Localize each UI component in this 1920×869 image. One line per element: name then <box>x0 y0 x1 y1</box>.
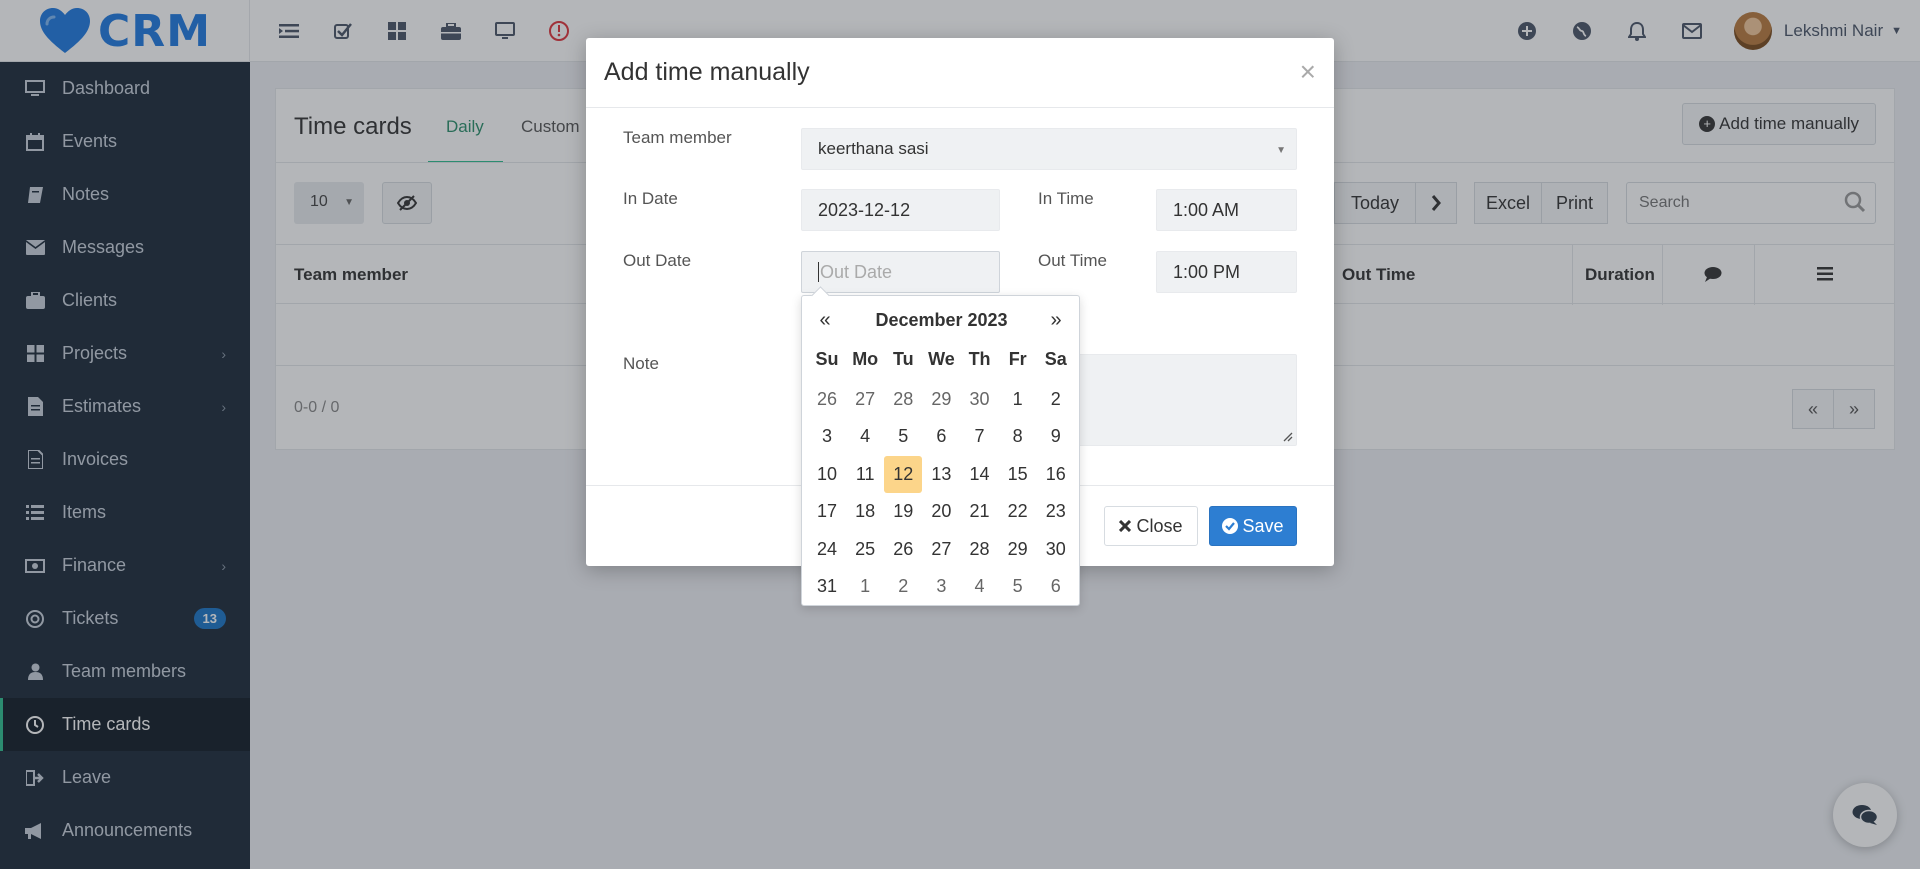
calendar-day[interactable]: 10 <box>808 456 846 494</box>
calendar-day[interactable]: 30 <box>1037 531 1075 569</box>
weekday-header-row: Su Mo Tu We Th Fr Sa <box>808 343 1075 381</box>
calendar-week-row: 10 11 12 13 14 15 16 <box>808 455 1075 494</box>
out-time-value: 1:00 PM <box>1173 261 1241 282</box>
calendar-day[interactable]: 9 <box>1037 418 1075 456</box>
team-member-value: keerthana sasi <box>818 139 929 158</box>
weekday-label: Fr <box>1008 348 1027 369</box>
calendar-day[interactable]: 11 <box>846 456 884 494</box>
calendar-week-row: 24 25 26 27 28 29 30 <box>808 531 1075 569</box>
calendar-week-row: 26 27 28 29 30 1 2 <box>808 381 1075 419</box>
calendar-day[interactable]: 22 <box>999 493 1037 531</box>
calendar-day[interactable]: 1 <box>846 568 884 606</box>
caret-down-icon: ▼ <box>1276 145 1286 156</box>
calendar-day[interactable]: 27 <box>922 531 960 569</box>
calendar-week-row: 31 1 2 3 4 5 6 <box>808 568 1075 606</box>
calendar-day[interactable]: 14 <box>961 456 999 494</box>
calendar-day[interactable]: 3 <box>808 418 846 456</box>
month-year-label[interactable]: December 2023 <box>847 306 1036 334</box>
calendar-day[interactable]: 4 <box>846 418 884 456</box>
calendar-day[interactable]: 5 <box>999 568 1037 606</box>
close-icon <box>1119 520 1132 532</box>
weekday-label: Tu <box>892 348 914 369</box>
calendar-day[interactable]: 2 <box>884 568 922 606</box>
prev-month-button[interactable]: « <box>806 306 844 334</box>
team-member-select[interactable]: keerthana sasi ▼ <box>801 128 1297 170</box>
calendar-day[interactable]: 8 <box>999 418 1037 456</box>
in-date-value: 2023-12-12 <box>818 199 911 220</box>
calendar-week-row: 3 4 5 6 7 8 9 <box>808 418 1075 456</box>
calendar-day[interactable]: 1 <box>999 381 1037 419</box>
calendar-day[interactable]: 18 <box>846 493 884 531</box>
calendar-day[interactable]: 3 <box>922 568 960 606</box>
calendar-day[interactable]: 15 <box>999 456 1037 494</box>
calendar-day[interactable]: 28 <box>961 531 999 569</box>
next-month-button[interactable]: » <box>1037 306 1075 334</box>
date-picker-header: « December 2023 » <box>802 306 1079 334</box>
out-date-label: Out Date <box>623 251 692 270</box>
calendar-day[interactable]: 5 <box>884 418 922 456</box>
check-circle-icon <box>1222 518 1239 534</box>
divider <box>586 107 1334 108</box>
weekday-label: Mo <box>852 348 879 369</box>
calendar-day[interactable]: 6 <box>922 418 960 456</box>
calendar-day[interactable]: 2 <box>1037 381 1075 419</box>
calendar-day[interactable]: 24 <box>808 531 846 569</box>
in-date-label: In Date <box>623 189 678 208</box>
in-time-value: 1:00 AM <box>1173 199 1240 220</box>
calendar-day[interactable]: 17 <box>808 493 846 531</box>
in-time-label: In Time <box>1038 189 1094 208</box>
calendar-day[interactable]: 4 <box>961 568 999 606</box>
calendar-day[interactable]: 21 <box>961 493 999 531</box>
calendar-day[interactable]: 16 <box>1037 456 1075 494</box>
calendar-day[interactable]: 29 <box>999 531 1037 569</box>
calendar-day[interactable]: 30 <box>961 381 999 419</box>
weekday-label: Th <box>968 348 991 369</box>
calendar-day[interactable]: 27 <box>846 381 884 419</box>
calendar-day[interactable]: 25 <box>846 531 884 569</box>
calendar-day[interactable]: 29 <box>922 381 960 419</box>
calendar-day[interactable]: 19 <box>884 493 922 531</box>
text-cursor <box>818 262 819 282</box>
calendar-day[interactable]: 26 <box>808 381 846 419</box>
calendar-day[interactable]: 26 <box>884 531 922 569</box>
calendar-day[interactable]: 7 <box>961 418 999 456</box>
weekday-label: Sa <box>1044 348 1067 369</box>
save-button-label: Save <box>1242 515 1284 536</box>
in-date-field[interactable]: 2023-12-12 <box>801 189 1000 231</box>
calendar-grid: Su Mo Tu We Th Fr Sa 26 27 28 29 30 1 2 … <box>808 343 1075 606</box>
out-date-placeholder: Out Date <box>820 261 893 282</box>
weekday-label: Su <box>815 348 839 369</box>
out-time-label: Out Time <box>1038 251 1107 270</box>
calendar-day[interactable]: 13 <box>922 456 960 494</box>
close-button[interactable]: Close <box>1104 506 1198 546</box>
in-time-field[interactable]: 1:00 AM <box>1156 189 1297 231</box>
out-date-field[interactable]: Out Date <box>801 251 1000 293</box>
calendar-day[interactable]: 20 <box>922 493 960 531</box>
out-time-field[interactable]: 1:00 PM <box>1156 251 1297 293</box>
save-button[interactable]: Save <box>1209 506 1297 546</box>
resize-handle-icon[interactable] <box>1283 432 1293 442</box>
calendar-day-today[interactable]: 12 <box>884 455 923 493</box>
calendar-day[interactable]: 31 <box>808 568 846 606</box>
calendar-day[interactable]: 23 <box>1037 493 1075 531</box>
modal-title: Add time manually <box>604 58 810 86</box>
weekday-label: We <box>928 348 955 369</box>
calendar-day[interactable]: 6 <box>1037 568 1075 606</box>
team-member-label: Team member <box>623 128 732 147</box>
date-picker: « December 2023 » Su Mo Tu We Th Fr Sa 2… <box>801 295 1080 606</box>
calendar-day[interactable]: 28 <box>884 381 922 419</box>
calendar-week-row: 17 18 19 20 21 22 23 <box>808 493 1075 531</box>
close-button-label: Close <box>1136 515 1183 536</box>
note-label: Note <box>623 354 659 373</box>
close-icon[interactable]: × <box>1300 58 1316 86</box>
